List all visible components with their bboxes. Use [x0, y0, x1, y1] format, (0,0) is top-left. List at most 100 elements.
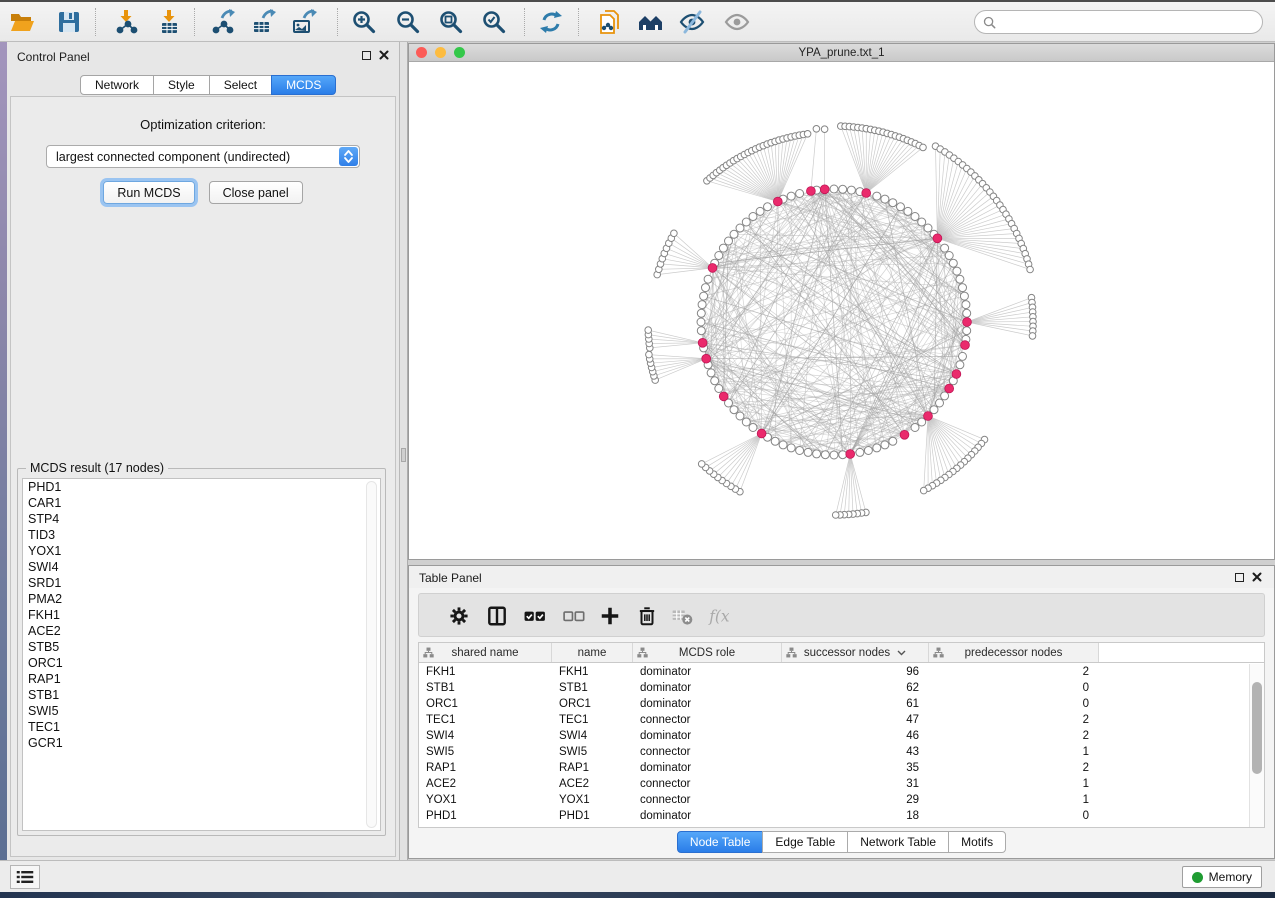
- cell-MCDS-role[interactable]: connector: [633, 792, 782, 808]
- cell-MCDS-role[interactable]: connector: [633, 712, 782, 728]
- mcds-result-item[interactable]: ORC1: [23, 655, 380, 671]
- tab-select[interactable]: Select: [209, 75, 272, 95]
- network-canvas[interactable]: [409, 63, 1274, 559]
- export-table-icon[interactable]: [250, 9, 276, 35]
- cell-name[interactable]: SWI4: [552, 728, 633, 744]
- tab-node-table[interactable]: Node Table: [677, 831, 764, 853]
- column-header-predecessor-nodes[interactable]: predecessor nodes: [929, 643, 1099, 662]
- table-row[interactable]: STB1STB1dominator620: [419, 680, 1249, 696]
- table-scrollbar[interactable]: [1249, 664, 1264, 827]
- cell-shared-name[interactable]: SWI4: [419, 728, 552, 744]
- hide-eye-icon[interactable]: [679, 9, 705, 35]
- select-all-columns-icon[interactable]: [524, 605, 546, 627]
- table-row[interactable]: ORC1ORC1dominator610: [419, 696, 1249, 712]
- table-row[interactable]: YOX1YOX1connector291: [419, 792, 1249, 808]
- split-pane-icon[interactable]: [486, 605, 508, 627]
- cell-successor-nodes[interactable]: 43: [782, 744, 929, 760]
- close-panel-button[interactable]: Close panel: [209, 181, 303, 204]
- add-column-icon[interactable]: [599, 605, 621, 627]
- mcds-result-item[interactable]: RAP1: [23, 671, 380, 687]
- cell-name[interactable]: YOX1: [552, 792, 633, 808]
- mcds-result-item[interactable]: CAR1: [23, 495, 380, 511]
- table-row[interactable]: TEC1TEC1connector472: [419, 712, 1249, 728]
- cell-predecessor-nodes[interactable]: 0: [929, 696, 1099, 712]
- import-network-icon[interactable]: [113, 9, 139, 35]
- cell-MCDS-role[interactable]: dominator: [633, 696, 782, 712]
- cell-shared-name[interactable]: SWI5: [419, 744, 552, 760]
- home-networks-icon[interactable]: [638, 9, 664, 35]
- cell-shared-name[interactable]: RAP1: [419, 760, 552, 776]
- cell-successor-nodes[interactable]: 46: [782, 728, 929, 744]
- panel-splitter[interactable]: [400, 42, 408, 860]
- mcds-result-item[interactable]: ACE2: [23, 623, 380, 639]
- cell-successor-nodes[interactable]: 35: [782, 760, 929, 776]
- cell-name[interactable]: PHD1: [552, 808, 633, 824]
- cell-successor-nodes[interactable]: 31: [782, 776, 929, 792]
- export-network-icon[interactable]: [209, 9, 235, 35]
- mcds-result-item[interactable]: PMA2: [23, 591, 380, 607]
- cell-MCDS-role[interactable]: dominator: [633, 760, 782, 776]
- mcds-result-item[interactable]: STB1: [23, 687, 380, 703]
- zoom-in-icon[interactable]: [351, 9, 377, 35]
- mcds-result-item[interactable]: SWI5: [23, 703, 380, 719]
- cell-MCDS-role[interactable]: dominator: [633, 808, 782, 824]
- run-mcds-button[interactable]: Run MCDS: [103, 181, 194, 204]
- tab-mcds[interactable]: MCDS: [271, 75, 336, 95]
- maximize-window-icon[interactable]: [454, 47, 465, 58]
- cell-MCDS-role[interactable]: connector: [633, 776, 782, 792]
- cell-predecessor-nodes[interactable]: 1: [929, 744, 1099, 760]
- mcds-result-item[interactable]: SWI4: [23, 559, 380, 575]
- zoom-out-icon[interactable]: [395, 9, 421, 35]
- cell-MCDS-role[interactable]: dominator: [633, 664, 782, 680]
- cell-predecessor-nodes[interactable]: 2: [929, 760, 1099, 776]
- cell-predecessor-nodes[interactable]: 2: [929, 664, 1099, 680]
- column-header-MCDS-role[interactable]: MCDS role: [633, 643, 782, 662]
- show-eye-icon[interactable]: [724, 9, 750, 35]
- tab-edge-table[interactable]: Edge Table: [762, 831, 848, 853]
- cell-successor-nodes[interactable]: 29: [782, 792, 929, 808]
- open-folder-icon[interactable]: [9, 9, 35, 35]
- cell-predecessor-nodes[interactable]: 0: [929, 680, 1099, 696]
- cell-shared-name[interactable]: YOX1: [419, 792, 552, 808]
- cell-predecessor-nodes[interactable]: 1: [929, 776, 1099, 792]
- cell-successor-nodes[interactable]: 96: [782, 664, 929, 680]
- table-settings-icon[interactable]: [448, 605, 470, 627]
- cell-MCDS-role[interactable]: connector: [633, 744, 782, 760]
- cell-successor-nodes[interactable]: 47: [782, 712, 929, 728]
- column-header-shared-name[interactable]: shared name: [419, 643, 552, 662]
- mcds-result-item[interactable]: PHD1: [23, 479, 380, 495]
- cell-shared-name[interactable]: ACE2: [419, 776, 552, 792]
- cell-shared-name[interactable]: STB1: [419, 680, 552, 696]
- save-icon[interactable]: [56, 9, 82, 35]
- delete-column-icon[interactable]: [636, 605, 658, 627]
- column-header-name[interactable]: name: [552, 643, 633, 662]
- cell-MCDS-role[interactable]: dominator: [633, 680, 782, 696]
- optimization-criterion-dropdown[interactable]: largest connected component (undirected): [46, 145, 360, 168]
- table-row[interactable]: FKH1FKH1dominator962: [419, 664, 1249, 680]
- export-image-icon[interactable]: [291, 9, 317, 35]
- cell-successor-nodes[interactable]: 62: [782, 680, 929, 696]
- zoom-selected-icon[interactable]: [481, 9, 507, 35]
- cell-successor-nodes[interactable]: 18: [782, 808, 929, 824]
- memory-button[interactable]: Memory: [1182, 866, 1262, 888]
- clone-network-icon[interactable]: [597, 9, 623, 35]
- cell-predecessor-nodes[interactable]: 0: [929, 808, 1099, 824]
- mcds-result-item[interactable]: YOX1: [23, 543, 380, 559]
- tab-style[interactable]: Style: [153, 75, 210, 95]
- mcds-list-scrollbar[interactable]: [366, 481, 377, 828]
- tab-network[interactable]: Network: [80, 75, 154, 95]
- cell-shared-name[interactable]: PHD1: [419, 808, 552, 824]
- zoom-fit-icon[interactable]: [438, 9, 464, 35]
- refresh-layout-icon[interactable]: [538, 9, 564, 35]
- cell-name[interactable]: ORC1: [552, 696, 633, 712]
- network-window-titlebar[interactable]: YPA_prune.txt_1: [409, 44, 1274, 62]
- table-row[interactable]: RAP1RAP1dominator352: [419, 760, 1249, 776]
- mcds-result-item[interactable]: TID3: [23, 527, 380, 543]
- float-panel-icon[interactable]: [362, 51, 371, 60]
- column-header-successor-nodes[interactable]: successor nodes: [782, 643, 929, 662]
- import-table-icon[interactable]: [156, 9, 182, 35]
- cell-name[interactable]: FKH1: [552, 664, 633, 680]
- cell-name[interactable]: ACE2: [552, 776, 633, 792]
- cell-shared-name[interactable]: ORC1: [419, 696, 552, 712]
- table-scrollbar-thumb[interactable]: [1252, 682, 1262, 774]
